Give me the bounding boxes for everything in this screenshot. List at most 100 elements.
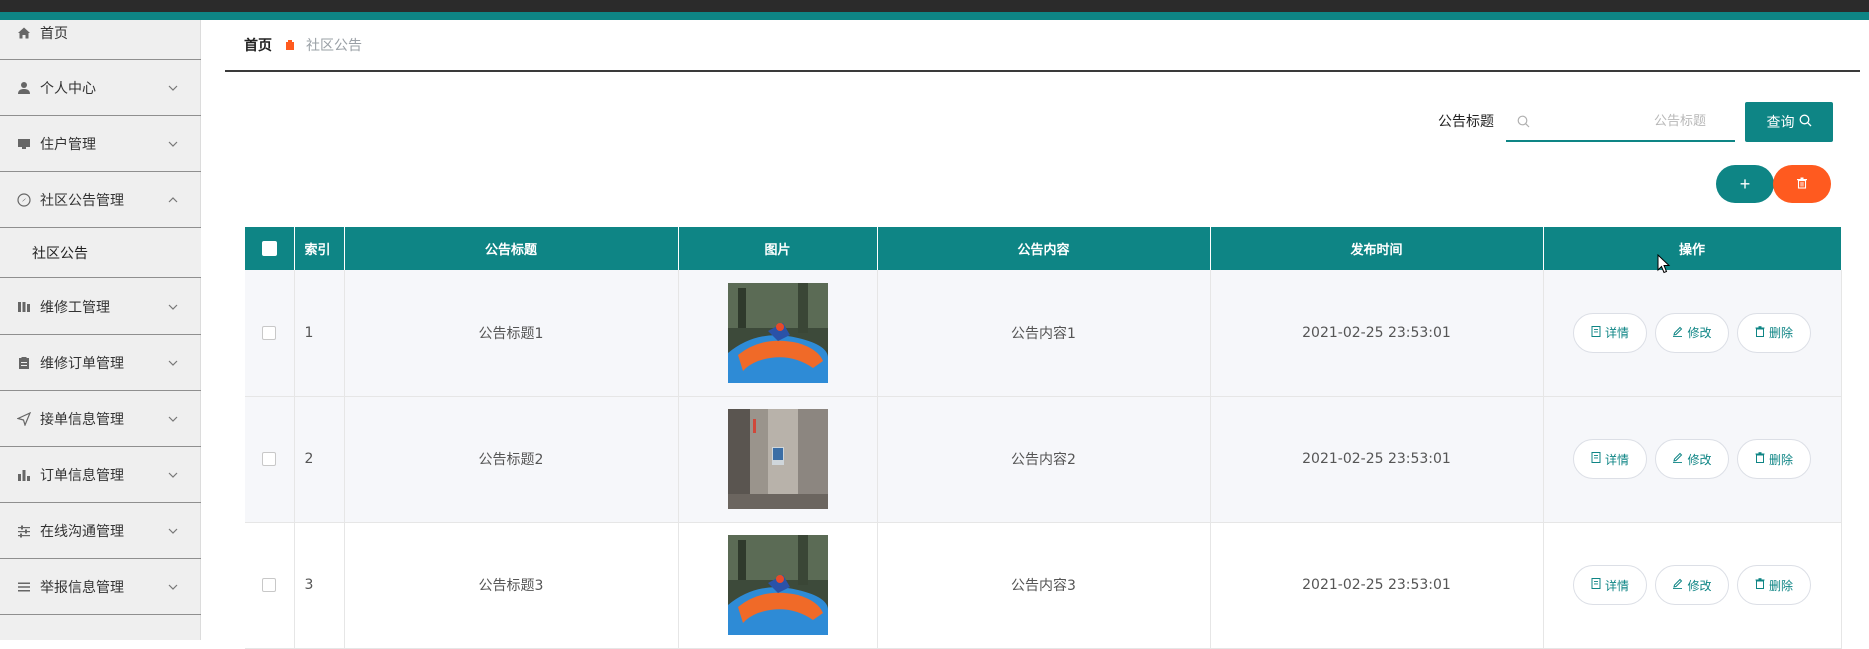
select-all-checkbox[interactable]: [261, 241, 277, 256]
query-button-label: 查询: [1766, 115, 1795, 131]
notice-thumbnail[interactable]: [727, 282, 828, 383]
edit-button[interactable]: 修改: [1655, 312, 1729, 353]
send-icon: [16, 411, 32, 427]
add-button[interactable]: +: [1716, 165, 1774, 203]
sidebar-item-accept-orders[interactable]: 接单信息管理: [0, 391, 201, 447]
sidebar-item-label: 订单信息管理: [40, 467, 124, 484]
chevron-down-icon: [167, 581, 179, 593]
notice-thumbnail[interactable]: [727, 409, 828, 509]
chevron-down-icon: [167, 413, 179, 425]
row-checkbox[interactable]: [262, 325, 277, 340]
delete-button[interactable]: 删除: [1737, 565, 1811, 605]
search-label: 公告标题: [1438, 114, 1494, 130]
trash-icon: [1755, 325, 1765, 340]
monitor-icon: [16, 136, 32, 152]
edit-icon: [1672, 578, 1683, 592]
cell-image: [678, 522, 878, 649]
sidebar-item-reports[interactable]: 举报信息管理: [0, 559, 201, 615]
edit-button[interactable]: 修改: [1655, 439, 1729, 479]
cell-index: 1: [294, 270, 345, 397]
clipboard-icon: [16, 355, 32, 371]
add-button-label: +: [1739, 173, 1751, 194]
delete-button[interactable]: 删除: [1737, 439, 1811, 479]
compass-icon: [16, 192, 32, 208]
sidebar-item-label: 首页: [40, 26, 68, 42]
search-input[interactable]: [1530, 106, 1720, 136]
cell-content: 公告内容1: [877, 270, 1211, 397]
column-header-time: 发布时间: [1210, 227, 1544, 270]
sidebar-item-repairmen[interactable]: 维修工管理: [0, 279, 201, 335]
sidebar-item-notice-management[interactable]: 社区公告管理: [0, 172, 201, 228]
notice-thumbnail[interactable]: [727, 535, 828, 635]
sidebar-item-label: 住户管理: [40, 136, 96, 153]
sidebar-item-repair-orders[interactable]: 维修订单管理: [0, 335, 201, 391]
row-checkbox[interactable]: [262, 452, 277, 466]
sidebar-item-home[interactable]: 首页: [0, 7, 201, 60]
column-header-content: 公告内容: [877, 227, 1211, 270]
detail-button[interactable]: 详情: [1573, 312, 1647, 353]
cell-time: 2021-02-25 23:53:01: [1210, 396, 1544, 523]
user-icon: [16, 80, 32, 96]
search-icon: [1517, 115, 1530, 128]
breadcrumb: 首页 社区公告: [225, 20, 1860, 72]
sidebar-item-residents[interactable]: 住户管理: [0, 116, 201, 172]
cell-time: 2021-02-25 23:53:01: [1210, 270, 1544, 397]
main-content: 首页 社区公告 公告标题 查询 + 索引: [225, 20, 1860, 649]
row-checkbox[interactable]: [262, 578, 277, 592]
cell-actions: 详情 修改 删除: [1543, 270, 1842, 397]
chevron-down-icon: [167, 82, 179, 94]
edit-button-label: 修改: [1687, 326, 1712, 341]
row-select-cell: [245, 522, 295, 649]
detail-button-label: 详情: [1604, 452, 1629, 467]
query-button[interactable]: 查询: [1745, 102, 1833, 142]
columns-icon: [16, 299, 32, 315]
detail-button[interactable]: 详情: [1573, 439, 1647, 479]
sidebar-item-order-info[interactable]: 订单信息管理: [0, 447, 201, 503]
search-icon: [1799, 114, 1812, 131]
chevron-up-icon: [167, 194, 179, 206]
mouse-cursor-icon: [1657, 253, 1671, 278]
trash-icon: [1796, 177, 1808, 192]
cell-index: 2: [294, 396, 345, 523]
edit-button-label: 修改: [1687, 578, 1712, 593]
table-header-row: 索引 公告标题 图片 公告内容 发布时间 操作: [245, 227, 1842, 270]
sidebar: 首页 个人中心 住户管理 社区公告管理 社区公告 维修工管理 维修订单管理 接单…: [0, 20, 201, 640]
cell-index: 3: [294, 522, 345, 649]
breadcrumb-home[interactable]: 首页: [244, 35, 272, 55]
trash-icon: [1755, 452, 1765, 466]
document-icon: [1591, 578, 1601, 592]
sidebar-item-label: 举报信息管理: [40, 579, 124, 596]
delete-button-label: 删除: [1768, 326, 1793, 341]
delete-button-label: 删除: [1768, 452, 1793, 467]
table-row: 2 公告标题2 公告内容2 2021-02-25 23:53:01 详情 修改 …: [245, 396, 1842, 523]
document-icon: [1591, 452, 1601, 466]
chevron-down-icon: [167, 469, 179, 481]
edit-button[interactable]: 修改: [1655, 565, 1729, 605]
cell-image: [678, 396, 878, 523]
sidebar-item-label: 在线沟通管理: [40, 523, 124, 540]
edit-button-label: 修改: [1687, 452, 1712, 467]
cell-time: 2021-02-25 23:53:01: [1210, 522, 1544, 649]
sidebar-item-label: 个人中心: [40, 80, 96, 97]
batch-delete-button[interactable]: [1773, 165, 1831, 203]
detail-button-label: 详情: [1604, 578, 1629, 593]
delete-button[interactable]: 删除: [1737, 312, 1811, 353]
column-header-title: 公告标题: [344, 227, 679, 270]
column-header-index: 索引: [294, 227, 345, 270]
sidebar-item-online-chat[interactable]: 在线沟通管理: [0, 503, 201, 559]
breadcrumb-separator-icon: [284, 39, 296, 51]
sidebar-subitem-notice[interactable]: 社区公告: [0, 228, 201, 278]
cell-content: 公告内容2: [877, 396, 1211, 523]
sidebar-item-label: 社区公告管理: [40, 192, 124, 209]
sidebar-subitem-label: 社区公告: [32, 245, 88, 262]
detail-button[interactable]: 详情: [1573, 565, 1647, 605]
chevron-down-icon: [167, 138, 179, 150]
trash-icon: [1755, 578, 1765, 592]
sidebar-item-profile[interactable]: 个人中心: [0, 60, 201, 116]
cell-title: 公告标题2: [344, 396, 679, 523]
bar-chart-icon: [16, 467, 32, 483]
cell-actions: 详情 修改 删除: [1543, 396, 1842, 523]
table-row: 1 公告标题1 公告内容1 2021-02-25 23:53:01 详情 修改 …: [245, 270, 1842, 397]
search-field: [1506, 102, 1735, 142]
chevron-down-icon: [167, 525, 179, 537]
